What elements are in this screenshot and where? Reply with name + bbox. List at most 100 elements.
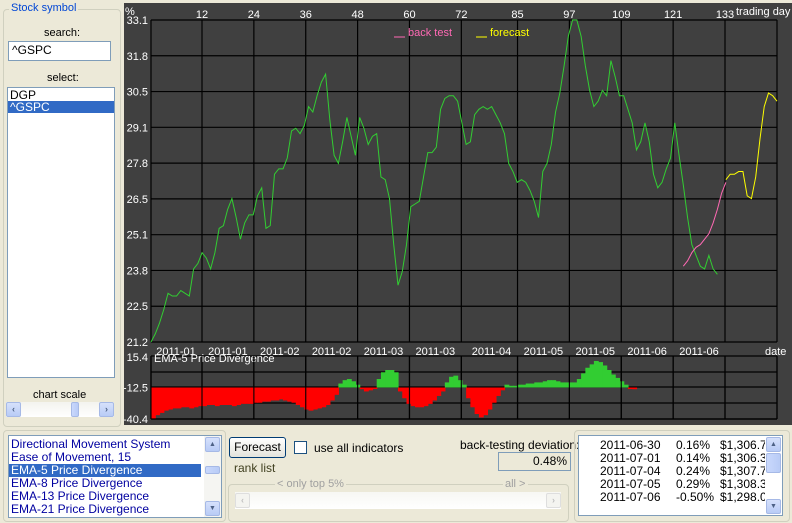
hist-bar [248,387,254,404]
hist-bar [551,380,557,388]
hist-bar [495,387,501,396]
hist-y-tick: -12.5 [124,383,148,395]
hist-bar [534,382,540,388]
hist-bar [278,387,284,400]
hist-bar [372,387,378,389]
hist-bar [508,385,514,388]
hist-bar [376,379,382,388]
indicator-list-item[interactable]: EMA-21 Price Divergence [9,503,201,516]
forecast-listbox[interactable]: 2011-06-30 0.16% $1,306.74 2011-07-01 0.14% $… [578,435,783,516]
use-all-indicators-label[interactable]: use all indicators [314,441,403,455]
hist-bar [419,387,425,408]
rank-list-label: rank list [234,461,276,475]
hist-bar [180,387,186,408]
hist-bar [389,370,395,388]
hist-bar [236,387,242,405]
hist-bar [542,381,548,388]
forecast-button[interactable]: Forecast [229,437,286,458]
chart-scale-thumb[interactable] [71,402,80,417]
legend-label: back test [408,27,452,39]
backtest-deviation-label: back-testing deviation: [460,438,580,452]
chart-scale-slider[interactable]: ‹ › [6,402,114,417]
hist-bar [214,387,220,407]
scroll-up-icon[interactable]: ▲ [205,437,220,452]
symbol-listbox[interactable]: DGP ^GSPC [7,87,115,378]
x-tick-top: 109 [612,9,630,21]
indicator-listbox[interactable]: Directional Movement System Ease of Movem… [8,435,222,518]
forecast-scrollbar[interactable]: ▲ ▼ [765,436,782,515]
hist-bar [202,387,207,407]
hist-bar [380,372,386,388]
y-axis-unit: % [125,6,135,18]
hist-bar [589,364,595,388]
hist-bar [615,377,621,388]
hist-bar [410,387,416,407]
scroll-right-icon[interactable]: › [99,402,114,417]
hist-bar [393,372,399,388]
hist-bar [576,379,582,388]
hist-bar [338,383,344,388]
x-axis-top-label: trading day [736,6,791,18]
rank-list-slider[interactable]: ‹ › [235,492,561,509]
hist-bar [547,380,552,388]
x-tick-top: 12 [196,9,208,21]
hist-bar [265,387,271,402]
forecast-scroll-up-icon[interactable]: ▲ [766,437,781,452]
hist-bar [504,384,510,388]
y-tick-label: 25.1 [127,230,148,242]
hist-bar [585,367,591,388]
hist-bar [168,387,173,410]
hist-bar [461,384,467,388]
hist-bar [402,387,408,399]
hist-bar [295,387,301,405]
x-tick-top: 36 [300,9,312,21]
hist-bar [474,387,480,415]
series-line-back-test [682,182,727,267]
x-tick-top: 48 [351,9,363,21]
symbol-list-item[interactable]: ^GSPC [8,101,114,113]
hist-bar [359,387,365,390]
hist-bar [572,382,578,388]
y-tick-label: 31.8 [127,51,148,63]
hist-bar [415,387,420,408]
forecast-change: -0.50% [676,490,715,504]
hist-bar [261,387,267,402]
hist-bar [427,387,433,404]
hist-bar [453,375,459,388]
y-tick-label: 29.1 [127,122,148,134]
use-all-indicators-checkbox[interactable] [294,441,307,454]
hist-bar [581,373,586,388]
hist-bar [283,387,288,401]
y-tick-label: 21.2 [127,337,148,349]
rank-scroll-right-icon[interactable]: › [546,493,561,508]
hist-bar [312,387,318,410]
hist-bar [300,387,305,408]
hist-bar [342,380,348,388]
hist-bar [483,387,489,416]
hist-bar [155,387,161,416]
hist-bar [436,387,442,396]
forecast-scroll-down-icon[interactable]: ▼ [766,499,781,514]
hist-bar [619,381,625,388]
hist-bar [163,387,169,411]
search-input[interactable]: ^GSPC [8,41,111,61]
hist-bar [321,387,327,408]
indicator-scroll-thumb[interactable] [205,466,220,474]
scroll-down-icon[interactable]: ▼ [205,501,220,516]
hist-bar [363,387,369,392]
forecast-scroll-thumb[interactable] [766,453,781,473]
hist-bar [185,387,190,408]
hist-bar [346,379,352,388]
chart-canvas: 33.131.830.529.127.826.525.123.822.521.2… [124,6,791,425]
hist-bar [500,387,506,391]
price-chart[interactable]: 33.1 31.8 30.5 29.1 27.8 26.5 25.1 23.8 22.5 21.2… [124,3,792,425]
hist-bar [240,387,246,404]
x-tick-top: 60 [403,9,415,21]
rank-scroll-left-icon[interactable]: ‹ [235,493,250,508]
scroll-left-icon[interactable]: ‹ [6,402,21,417]
indicator-scrollbar[interactable]: ▲ ▼ [204,436,221,517]
hist-bar [444,382,450,388]
hist-bar [478,387,484,418]
backtest-deviation-value: 0.48% [498,452,571,471]
hist-bar [351,381,357,388]
